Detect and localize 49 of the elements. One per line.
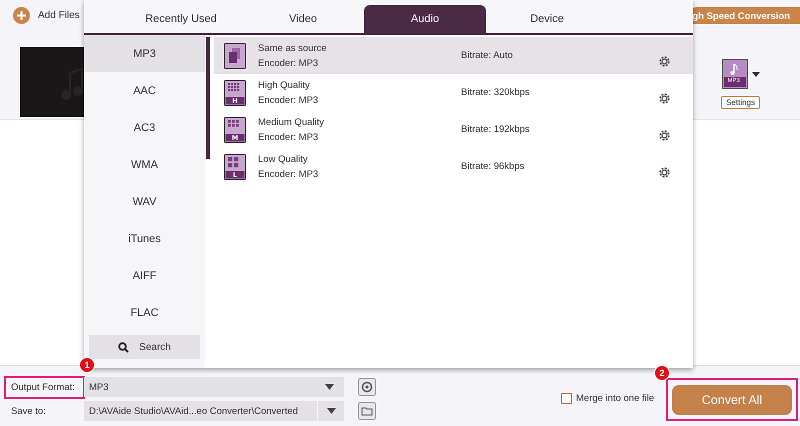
- format-item[interactable]: iTunes: [84, 220, 205, 257]
- caret-icon[interactable]: [325, 384, 334, 390]
- gear-icon[interactable]: [658, 55, 671, 68]
- encoder-text: Encoder: MP3: [258, 168, 320, 180]
- search-icon: [118, 342, 130, 352]
- format-item[interactable]: AAC: [84, 72, 205, 109]
- format-item[interactable]: WMA: [84, 146, 205, 183]
- add-icon[interactable]: [13, 6, 30, 24]
- add-files-button[interactable]: Add Files: [38, 10, 80, 20]
- save-to-label: Save to:: [10, 404, 47, 418]
- format-item[interactable]: AC3: [84, 109, 205, 146]
- encoder-text: Encoder: MP3: [258, 94, 320, 106]
- preset-name: Same as source: [258, 42, 328, 54]
- gear-icon[interactable]: [658, 166, 671, 179]
- search-button[interactable]: Search: [89, 335, 200, 359]
- output-format-label: Output Format:: [6, 378, 83, 396]
- gear-icon[interactable]: [658, 129, 671, 142]
- settings-button[interactable]: Settings: [721, 96, 760, 109]
- format-item[interactable]: WAV: [84, 183, 205, 220]
- step-badge: 2: [654, 365, 670, 381]
- format-item[interactable]: MP3: [84, 35, 205, 72]
- merge-checkbox[interactable]: Merge into one file: [561, 393, 654, 404]
- format-tab[interactable]: Audio: [364, 5, 486, 33]
- bitrate-text: Bitrate: 96kbps: [461, 161, 526, 172]
- encoder-text: Encoder: MP3: [258, 132, 320, 142]
- encoder-text: Encoder: MP3: [258, 58, 320, 68]
- quality-icon: [224, 42, 246, 68]
- settings-icon[interactable]: [358, 378, 376, 396]
- caret-icon[interactable]: [326, 408, 336, 414]
- bitrate-text: Bitrate: 192kbps: [461, 124, 531, 135]
- format-item[interactable]: FLAC: [84, 294, 205, 331]
- bitrate-text: Bitrate: Auto: [461, 50, 514, 61]
- caret-icon[interactable]: [752, 72, 760, 76]
- step-badge: 1: [79, 357, 95, 373]
- audio-file-icon[interactable]: [722, 59, 748, 89]
- output-format-dropdown[interactable]: MP3: [84, 377, 344, 397]
- format-tab[interactable]: Device: [486, 5, 608, 33]
- preset-name: High Quality: [258, 80, 311, 90]
- format-tab[interactable]: Recently Used: [120, 5, 242, 33]
- preset-row[interactable]: Same as source Encoder: MP3 Bitrate: Auto: [214, 37, 693, 74]
- format-item[interactable]: AIFF: [84, 257, 205, 294]
- save-path-field[interactable]: D:\AVAide Studio\AVAid...eo Converter\Converted: [84, 401, 344, 421]
- gear-icon[interactable]: [658, 92, 671, 105]
- folder-icon[interactable]: [358, 402, 376, 420]
- bitrate-text: Bitrate: 320kbps: [461, 87, 531, 98]
- preset-name: Low Quality: [258, 154, 309, 164]
- scrollbar[interactable]: [206, 37, 210, 159]
- preset-name: Medium Quality: [258, 116, 325, 128]
- format-tab[interactable]: Video: [242, 5, 364, 33]
